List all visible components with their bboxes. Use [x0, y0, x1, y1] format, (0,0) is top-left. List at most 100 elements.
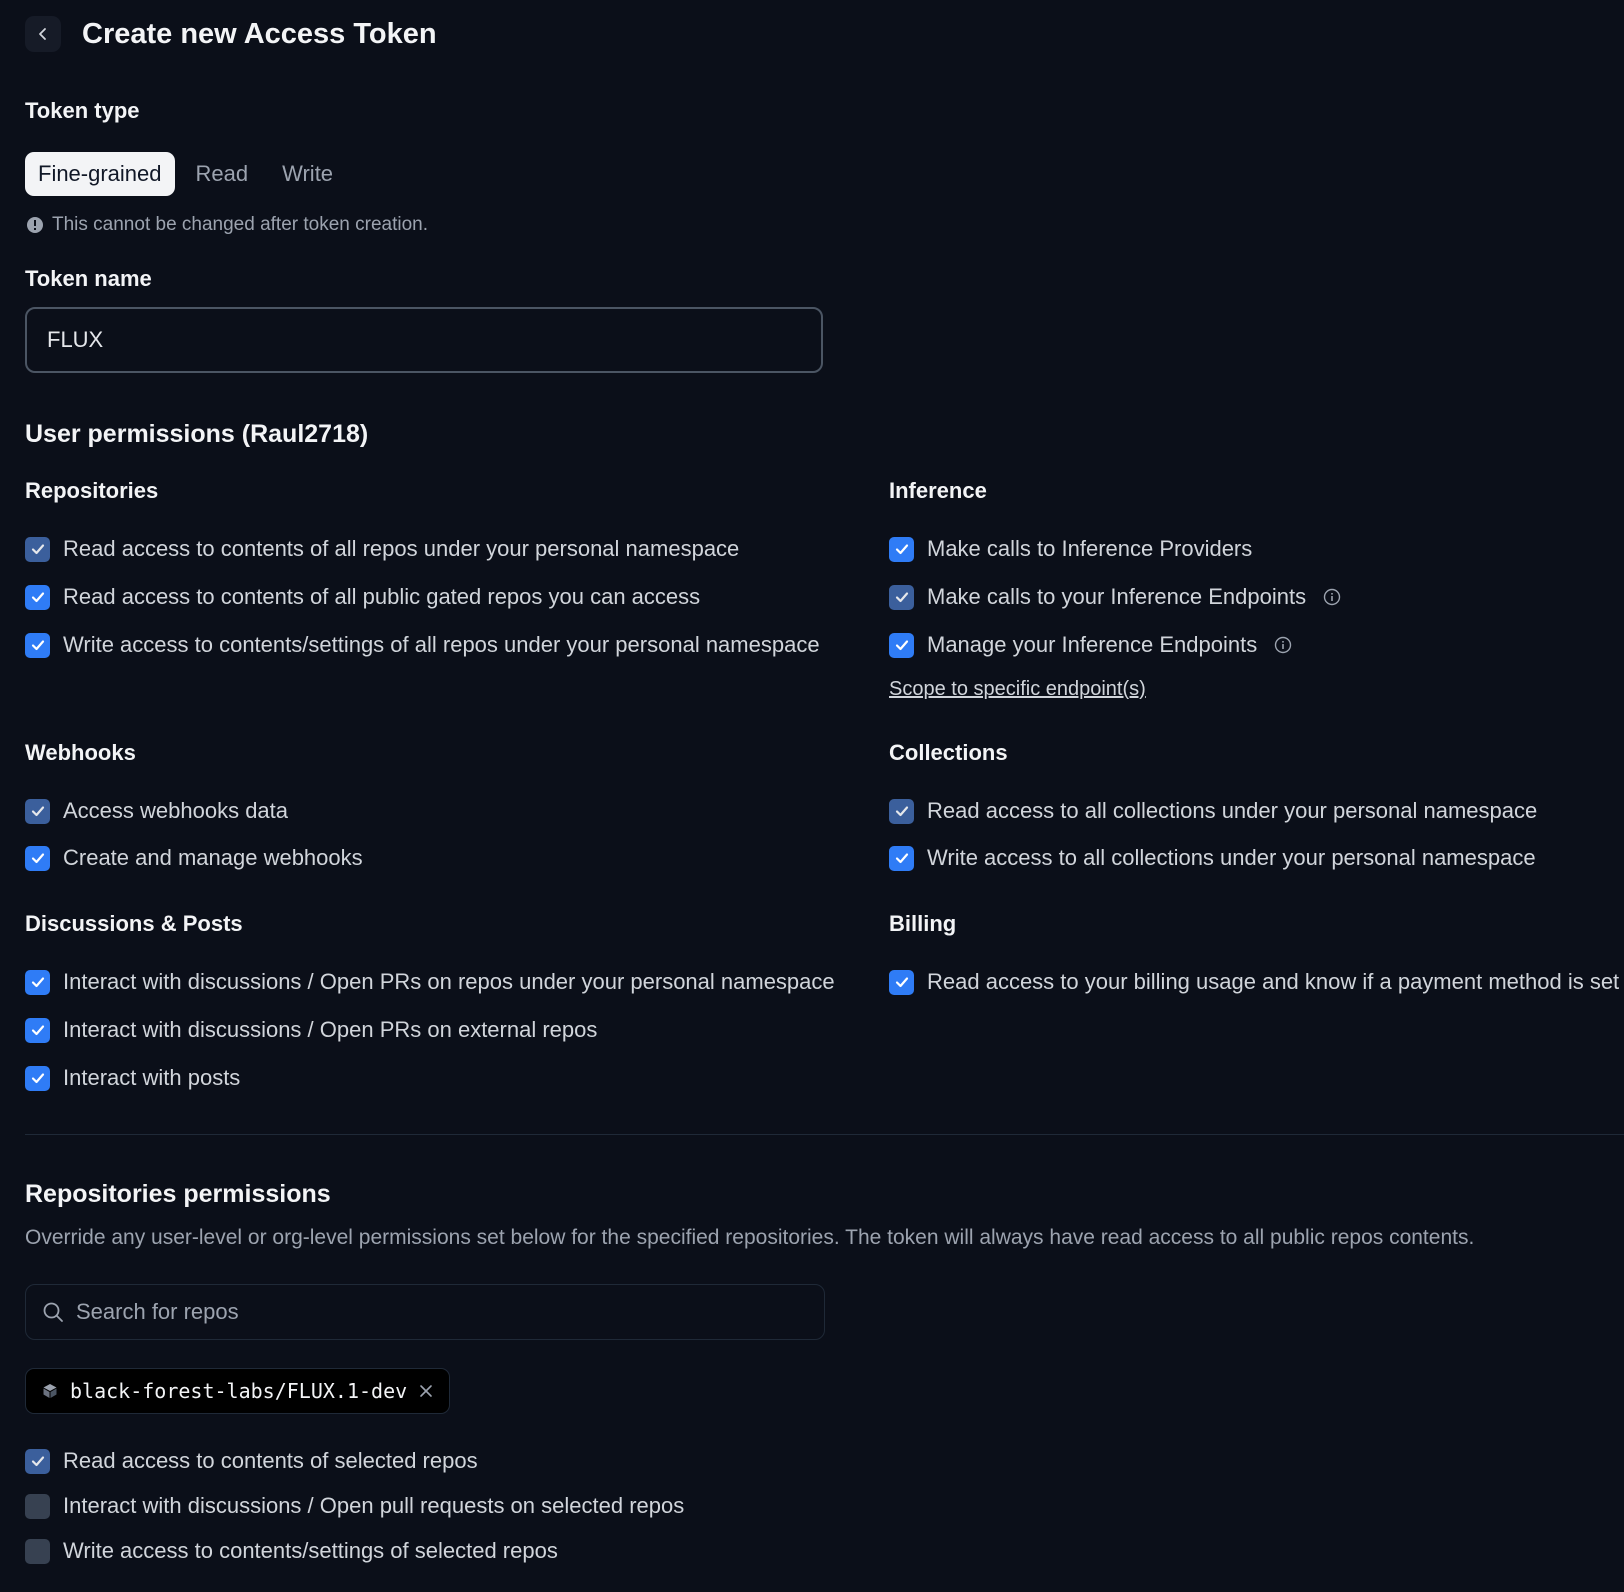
close-icon[interactable] [419, 1384, 433, 1398]
checkbox[interactable] [25, 798, 50, 824]
checkbox-label: Read access to contents of all public ga… [63, 584, 701, 609]
checkmark-icon [31, 1025, 44, 1036]
checkbox-label: Write access to all collections under yo… [927, 845, 1536, 870]
token-name-label: Token name [25, 266, 152, 291]
checkmark-icon [31, 1073, 44, 1084]
checkbox-label: Interact with posts [63, 1065, 241, 1090]
repo-permissions-title: Repositories permissions [25, 1180, 331, 1208]
checkbox-label: Make calls to your Inference Endpoints [927, 584, 1307, 609]
checkmark-icon [895, 806, 908, 817]
checkbox[interactable] [889, 632, 914, 658]
checkmark-icon [895, 977, 908, 988]
checkbox[interactable] [25, 632, 50, 658]
info-icon[interactable] [1274, 636, 1292, 654]
checkbox[interactable] [889, 798, 914, 824]
search-icon [43, 1302, 63, 1322]
token-type-note: This cannot be changed after token creat… [26, 214, 428, 236]
token-type-read[interactable]: Read [183, 152, 262, 196]
checkbox-label: Read access to contents of all repos und… [63, 536, 740, 561]
perm-webhooks-access[interactable]: Access webhooks data [25, 798, 288, 824]
checkmark-icon [31, 640, 44, 651]
checkbox[interactable] [25, 1017, 50, 1043]
token-name-input[interactable]: FLUX [25, 307, 823, 373]
checkbox[interactable] [889, 584, 914, 610]
checkbox-label: Read access to contents of selected repo… [63, 1448, 478, 1473]
perm-posts[interactable]: Interact with posts [25, 1065, 240, 1091]
token-name-value: FLUX [47, 327, 104, 352]
checkbox-label: Make calls to Inference Providers [927, 536, 1253, 561]
selected-repo-name: black-forest-labs/FLUX.1-dev [70, 1379, 408, 1403]
checkbox-label: Read access to your billing usage and kn… [927, 969, 1620, 994]
repo-search-placeholder: Search for repos [76, 1299, 239, 1324]
perm-inference-providers[interactable]: Make calls to Inference Providers [889, 536, 1252, 562]
checkmark-icon [31, 806, 44, 817]
checkmark-icon [895, 853, 908, 864]
perm-selected-write[interactable]: Write access to contents/settings of sel… [25, 1538, 558, 1564]
checkbox[interactable] [25, 1448, 50, 1474]
checkbox[interactable] [25, 1538, 50, 1564]
perm-collections-read[interactable]: Read access to all collections under you… [889, 798, 1537, 824]
user-permissions-title: User permissions (Raul2718) [25, 420, 369, 448]
token-type-segmented-control: Fine-grained Read Write [25, 152, 346, 196]
checkbox-label: Interact with discussions / Open PRs on … [63, 1017, 598, 1042]
checkmark-icon [31, 977, 44, 988]
repo-permissions-description: Override any user-level or org-level per… [25, 1226, 1475, 1249]
perm-repos-write-personal[interactable]: Write access to contents/settings of all… [25, 632, 820, 658]
checkmark-icon [895, 592, 908, 603]
checkbox[interactable] [25, 969, 50, 995]
checkbox-label: Read access to all collections under you… [927, 798, 1538, 823]
perm-selected-read[interactable]: Read access to contents of selected repo… [25, 1448, 478, 1474]
checkmark-icon [895, 544, 908, 555]
checkbox[interactable] [25, 845, 50, 871]
perm-inference-endpoints-call[interactable]: Make calls to your Inference Endpoints [889, 584, 1341, 610]
chevron-left-icon [39, 28, 46, 40]
token-type-label: Token type [25, 98, 140, 123]
back-button[interactable] [25, 16, 61, 52]
checkbox[interactable] [889, 845, 914, 871]
checkbox[interactable] [25, 536, 50, 562]
billing-section-title: Billing [889, 911, 957, 936]
webhooks-section-title: Webhooks [25, 740, 136, 765]
checkmark-icon [31, 544, 44, 555]
scope-endpoints-link[interactable]: Scope to specific endpoint(s) [889, 678, 1146, 701]
checkbox[interactable] [889, 969, 914, 995]
perm-selected-discussions[interactable]: Interact with discussions / Open pull re… [25, 1493, 684, 1519]
page-title: Create new Access Token [82, 18, 437, 50]
checkmark-icon [31, 592, 44, 603]
checkmark-icon [31, 1456, 44, 1467]
cube-icon [43, 1384, 57, 1398]
discussions-section-title: Discussions & Posts [25, 911, 243, 936]
checkmark-icon [895, 640, 908, 651]
perm-collections-write[interactable]: Write access to all collections under yo… [889, 845, 1536, 871]
checkbox[interactable] [25, 1493, 50, 1519]
perm-repos-read-personal[interactable]: Read access to contents of all repos und… [25, 536, 739, 562]
checkbox-label: Write access to contents/settings of sel… [63, 1538, 558, 1563]
repo-search-input[interactable]: Search for repos [25, 1284, 825, 1340]
checkbox[interactable] [889, 536, 914, 562]
perm-billing-read[interactable]: Read access to your billing usage and kn… [889, 969, 1619, 995]
info-icon[interactable] [1323, 588, 1341, 606]
section-divider [25, 1134, 1624, 1135]
perm-discussions-personal[interactable]: Interact with discussions / Open PRs on … [25, 969, 835, 995]
checkbox-label: Access webhooks data [63, 798, 289, 823]
token-type-note-text: This cannot be changed after token creat… [52, 214, 429, 235]
perm-repos-read-gated[interactable]: Read access to contents of all public ga… [25, 584, 700, 610]
repositories-section-title: Repositories [25, 478, 159, 503]
token-type-write[interactable]: Write [269, 152, 346, 196]
checkmark-icon [31, 853, 44, 864]
checkbox-label: Interact with discussions / Open pull re… [63, 1493, 685, 1518]
checkbox-label: Write access to contents/settings of all… [63, 632, 820, 657]
collections-section-title: Collections [889, 740, 1008, 765]
token-type-fine-grained[interactable]: Fine-grained [25, 152, 175, 196]
checkbox-label: Interact with discussions / Open PRs on … [63, 969, 835, 994]
alert-circle-icon [27, 217, 43, 233]
checkbox[interactable] [25, 1065, 50, 1091]
checkbox-label: Create and manage webhooks [63, 845, 363, 870]
perm-discussions-external[interactable]: Interact with discussions / Open PRs on … [25, 1017, 597, 1043]
selected-repo-chip: black-forest-labs/FLUX.1-dev [25, 1368, 451, 1414]
checkbox-label: Manage your Inference Endpoints [927, 632, 1258, 657]
inference-section-title: Inference [889, 478, 987, 503]
checkbox[interactable] [25, 584, 50, 610]
perm-inference-endpoints-manage[interactable]: Manage your Inference Endpoints [889, 632, 1292, 658]
perm-webhooks-manage[interactable]: Create and manage webhooks [25, 845, 363, 871]
